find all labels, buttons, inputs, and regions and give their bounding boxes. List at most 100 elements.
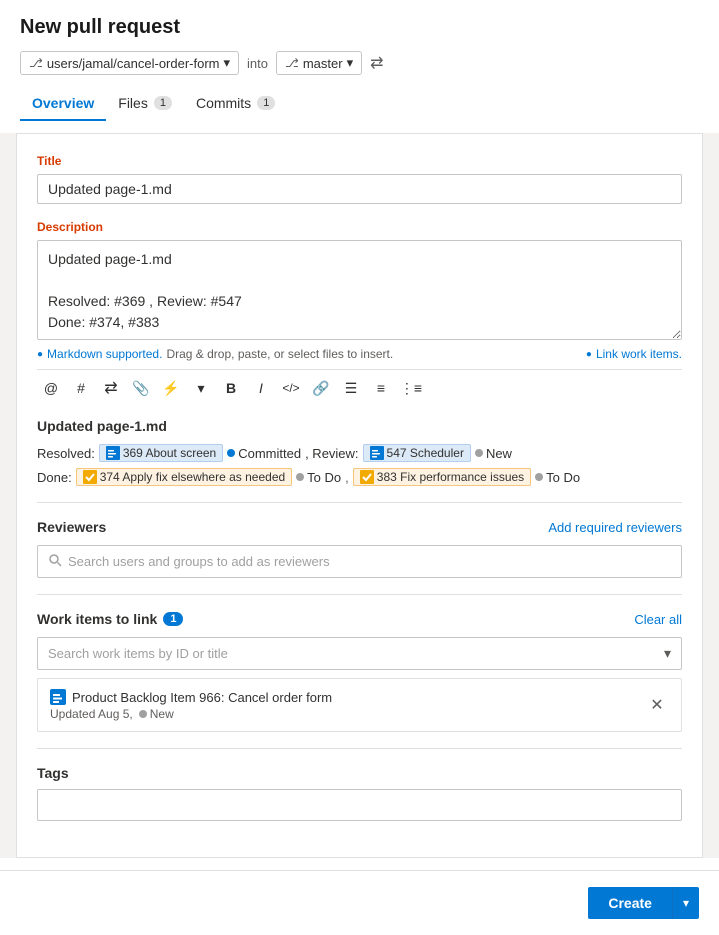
swap-branches-icon[interactable]: ⇄ [370,53,383,73]
preview-title: Updated page-1.md [37,418,682,434]
title-field-group: Title [37,154,682,204]
work-items-chevron-icon: ▾ [664,645,671,662]
work-item-result: Product Backlog Item 966: Cancel order f… [37,678,682,732]
description-label: Description [37,220,682,234]
pbi-icon-result [50,689,66,705]
description-field-group: Description Updated page-1.md Resolved: … [37,220,682,486]
tab-files[interactable]: Files 1 [106,87,184,121]
toolbar-attach-btn[interactable]: 📎 [127,374,155,402]
toolbar-hashtag-btn[interactable]: # [67,374,95,402]
tags-title: Tags [37,765,682,781]
work-item-info: Product Backlog Item 966: Cancel order f… [50,689,332,721]
work-item-meta: Updated Aug 5, New [50,707,332,721]
reviewers-section: Reviewers Add required reviewers Search … [37,519,682,578]
todo-label-383: To Do [546,470,580,485]
title-label: Title [37,154,682,168]
source-branch-selector[interactable]: ⎇ users/jamal/cancel-order-form ▾ [20,51,239,75]
done-label: Done: [37,470,72,485]
dot-todo-383 [535,473,543,481]
create-dropdown-button[interactable]: ▾ [672,887,699,919]
work-items-section: Work items to link 1 Clear all Search wo… [37,611,682,732]
work-item-chip-369[interactable]: 369 About screen [99,444,223,462]
pbi-icon-369 [106,446,120,460]
work-item-result-title: Product Backlog Item 966: Cancel order f… [72,690,332,705]
circle-icon-right: ● [586,349,592,360]
create-dropdown-chevron-icon: ▾ [683,896,689,910]
work-item-chip-374[interactable]: 374 Apply fix elsewhere as needed [76,468,292,486]
work-items-badge: 1 [163,612,183,626]
markdown-hint: Drag & drop, paste, or select files to i… [166,347,393,361]
tab-commits-label: Commits [196,95,251,111]
status-todo-374: To Do [296,470,341,485]
markdown-link[interactable]: Markdown supported. [47,347,162,361]
work-item-status: New [139,707,174,721]
task-icon-374 [83,470,97,484]
clear-all-link[interactable]: Clear all [634,612,682,627]
resolved-line: Resolved: 369 About screen Committed , R… [37,444,682,462]
source-branch-name: users/jamal/cancel-order-form [47,56,220,71]
wi-search-placeholder: Search work items by ID or title [48,646,228,661]
link-work-items-btn[interactable]: Link work items. [596,347,682,361]
markdown-bar: ● Markdown supported. Drag & drop, paste… [37,347,682,361]
dot-todo-374 [296,473,304,481]
target-branch-selector[interactable]: ⎇ master ▾ [276,51,362,75]
new-label-547: New [486,446,512,461]
chip-374-text: 374 Apply fix elsewhere as needed [100,470,285,484]
toolbar-more-btn[interactable]: ▾ [187,374,215,402]
target-branch-name: master [303,56,343,71]
work-items-header: Work items to link 1 Clear all [37,611,682,627]
circle-icon: ● [37,349,43,360]
footer: Create ▾ [0,870,719,935]
work-item-status-label: New [150,707,174,721]
work-item-updated: Updated Aug 5, [50,707,133,721]
tags-input[interactable] [37,789,682,821]
into-label: into [247,56,268,71]
tab-commits-badge: 1 [257,96,275,110]
work-item-chip-547[interactable]: 547 Scheduler [363,444,471,462]
formatting-toolbar: @ # ⇄ 📎 ⚡ ▾ B I </> 🔗 ☰ ≡ ⋮≡ [37,369,682,406]
committed-label: Committed [238,446,301,461]
status-committed: Committed [227,446,301,461]
tab-overview[interactable]: Overview [20,87,106,121]
toolbar-list-btn[interactable]: ☰ [337,374,365,402]
tab-files-badge: 1 [154,96,172,110]
toolbar-mention-btn[interactable]: @ [37,374,65,402]
tags-section: Tags [37,765,682,821]
status-new-547: New [475,446,512,461]
toolbar-code-btn[interactable]: </> [277,374,305,402]
chip-383-text: 383 Fix performance issues [377,470,524,484]
toolbar-indent-btn[interactable]: ⋮≡ [397,374,425,402]
status-todo-383: To Do [535,470,580,485]
dot-committed [227,449,235,457]
comma-separator: , [345,470,349,485]
remove-work-item-btn[interactable]: ✕ [645,693,669,717]
toolbar-olist-btn[interactable]: ≡ [367,374,395,402]
branch-icon: ⎇ [29,56,43,70]
review-label: , Review: [305,446,358,461]
toolbar-url-btn[interactable]: 🔗 [307,374,335,402]
work-items-search-box[interactable]: Search work items by ID or title ▾ [37,637,682,670]
toolbar-italic-btn[interactable]: I [247,374,275,402]
description-input[interactable]: Updated page-1.md Resolved: #369 , Revie… [37,240,682,340]
done-line: Done: 374 Apply fix elsewhere as needed … [37,468,682,486]
reviewers-search-box[interactable]: Search users and groups to add as review… [37,545,682,578]
toolbar-emoji-btn[interactable]: ⚡ [157,374,185,402]
toolbar-link-btn[interactable]: ⇄ [97,374,125,402]
chip-547-text: 547 Scheduler [387,446,464,460]
toolbar-bold-btn[interactable]: B [217,374,245,402]
reviewers-title: Reviewers [37,519,106,535]
title-input[interactable] [37,174,682,204]
source-chevron-icon: ▾ [224,55,231,71]
tab-overview-label: Overview [32,95,94,111]
divider-2 [37,594,682,595]
work-items-title: Work items to link 1 [37,611,183,627]
create-button[interactable]: Create [588,887,672,919]
work-item-title-row: Product Backlog Item 966: Cancel order f… [50,689,332,705]
dot-new-547 [475,449,483,457]
reviewers-search-placeholder: Search users and groups to add as review… [68,554,330,569]
work-item-chip-383[interactable]: 383 Fix performance issues [353,468,531,486]
reviewers-header: Reviewers Add required reviewers [37,519,682,535]
tab-commits[interactable]: Commits 1 [184,87,287,121]
dot-new-result [139,710,147,718]
add-required-reviewers-link[interactable]: Add required reviewers [548,520,682,535]
